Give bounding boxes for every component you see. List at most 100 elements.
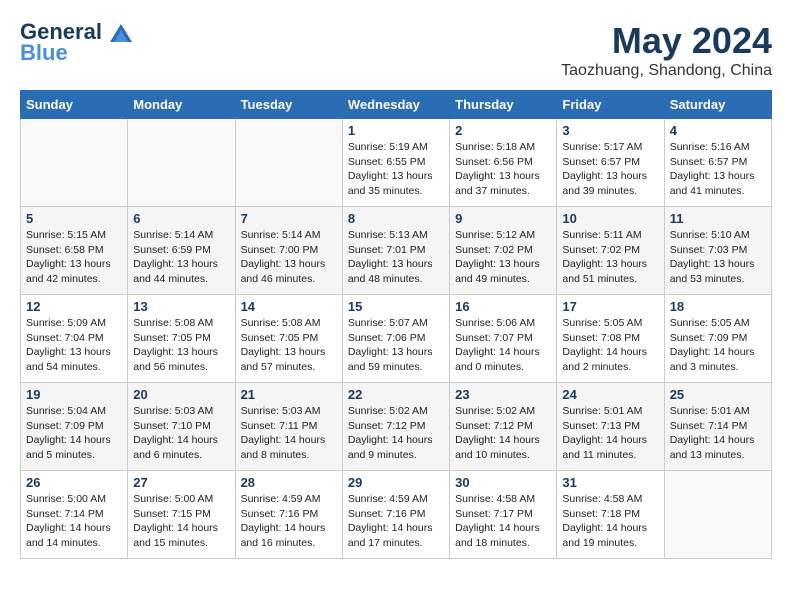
day-number: 19 [26,387,122,402]
day-number: 4 [670,123,766,138]
day-info: Sunrise: 5:07 AM Sunset: 7:06 PM Dayligh… [348,316,444,375]
day-number: 15 [348,299,444,314]
day-number: 7 [241,211,337,226]
logo: General Blue [20,20,132,66]
calendar-cell: 11Sunrise: 5:10 AM Sunset: 7:03 PM Dayli… [664,207,771,295]
calendar-cell: 7 Sunrise: 5:14 AM Sunset: 7:00 PM Daylig… [235,207,342,295]
day-info: Sunrise: 5:12 AM Sunset: 7:02 PM Dayligh… [455,228,551,287]
weekday-header-sunday: Sunday [21,91,128,119]
calendar-cell: 19Sunrise: 5:04 AM Sunset: 7:09 PM Dayli… [21,383,128,471]
calendar-week-row: 19Sunrise: 5:04 AM Sunset: 7:09 PM Dayli… [21,383,772,471]
day-number: 20 [133,387,229,402]
calendar-cell: 31Sunrise: 4:58 AM Sunset: 7:18 PM Dayli… [557,471,664,559]
day-number: 24 [562,387,658,402]
calendar-cell: 25 Sunrise: 5:01 AM Sunset: 7:14 PM Dayli… [664,383,771,471]
calendar-cell: 4 Sunrise: 5:16 AM Sunset: 6:57 PM Daylig… [664,119,771,207]
weekday-header-monday: Monday [128,91,235,119]
day-number: 16 [455,299,551,314]
day-info: Sunrise: 5:01 AM Sunset: 7:14 PM Dayligh… [670,404,766,463]
day-info: Sunrise: 5:14 AM Sunset: 6:59 PM Dayligh… [133,228,229,287]
day-info: Sunrise: 5:00 AM Sunset: 7:14 PM Dayligh… [26,492,122,551]
day-info: Sunrise: 5:00 AM Sunset: 7:15 PM Dayligh… [133,492,229,551]
calendar-cell: 17 Sunrise: 5:05 AM Sunset: 7:08 PM Dayli… [557,295,664,383]
day-number: 10 [562,211,658,226]
title-block: May 2024 Taozhuang, Shandong, China [561,20,772,80]
month-title: May 2024 [561,20,772,62]
day-number: 11 [670,211,766,226]
day-info: Sunrise: 5:01 AM Sunset: 7:13 PM Dayligh… [562,404,658,463]
day-number: 5 [26,211,122,226]
day-info: Sunrise: 5:11 AM Sunset: 7:02 PM Dayligh… [562,228,658,287]
day-info: Sunrise: 5:03 AM Sunset: 7:11 PM Dayligh… [241,404,337,463]
day-number: 30 [455,475,551,490]
calendar-cell: 9 Sunrise: 5:12 AM Sunset: 7:02 PM Daylig… [450,207,557,295]
day-info: Sunrise: 5:08 AM Sunset: 7:05 PM Dayligh… [133,316,229,375]
day-number: 12 [26,299,122,314]
day-info: Sunrise: 5:17 AM Sunset: 6:57 PM Dayligh… [562,140,658,199]
calendar-cell: 20 Sunrise: 5:03 AM Sunset: 7:10 PM Dayli… [128,383,235,471]
day-number: 2 [455,123,551,138]
calendar-cell: 22Sunrise: 5:02 AM Sunset: 7:12 PM Dayli… [342,383,449,471]
day-info: Sunrise: 5:09 AM Sunset: 7:04 PM Dayligh… [26,316,122,375]
calendar-cell [128,119,235,207]
calendar-cell: 14 Sunrise: 5:08 AM Sunset: 7:05 PM Dayli… [235,295,342,383]
day-info: Sunrise: 5:03 AM Sunset: 7:10 PM Dayligh… [133,404,229,463]
calendar-cell [235,119,342,207]
calendar-cell: 1 Sunrise: 5:19 AM Sunset: 6:55 PM Daylig… [342,119,449,207]
logo-icon [110,24,132,42]
calendar-cell: 28 Sunrise: 4:59 AM Sunset: 7:16 PM Dayli… [235,471,342,559]
calendar-cell: 12 Sunrise: 5:09 AM Sunset: 7:04 PM Dayli… [21,295,128,383]
calendar-cell: 15 Sunrise: 5:07 AM Sunset: 7:06 PM Dayli… [342,295,449,383]
calendar-cell: 23 Sunrise: 5:02 AM Sunset: 7:12 PM Dayli… [450,383,557,471]
day-info: Sunrise: 4:59 AM Sunset: 7:16 PM Dayligh… [348,492,444,551]
day-number: 23 [455,387,551,402]
day-number: 1 [348,123,444,138]
weekday-header-saturday: Saturday [664,91,771,119]
day-info: Sunrise: 5:16 AM Sunset: 6:57 PM Dayligh… [670,140,766,199]
weekday-header-wednesday: Wednesday [342,91,449,119]
day-number: 6 [133,211,229,226]
calendar-cell: 16 Sunrise: 5:06 AM Sunset: 7:07 PM Dayli… [450,295,557,383]
day-number: 18 [670,299,766,314]
day-info: Sunrise: 5:06 AM Sunset: 7:07 PM Dayligh… [455,316,551,375]
calendar-cell: 27 Sunrise: 5:00 AM Sunset: 7:15 PM Dayli… [128,471,235,559]
day-number: 21 [241,387,337,402]
day-number: 3 [562,123,658,138]
day-number: 8 [348,211,444,226]
day-info: Sunrise: 5:18 AM Sunset: 6:56 PM Dayligh… [455,140,551,199]
calendar-cell: 3 Sunrise: 5:17 AM Sunset: 6:57 PM Daylig… [557,119,664,207]
day-number: 17 [562,299,658,314]
day-info: Sunrise: 5:05 AM Sunset: 7:09 PM Dayligh… [670,316,766,375]
day-info: Sunrise: 5:14 AM Sunset: 7:00 PM Dayligh… [241,228,337,287]
calendar-cell [664,471,771,559]
day-info: Sunrise: 4:58 AM Sunset: 7:17 PM Dayligh… [455,492,551,551]
day-number: 28 [241,475,337,490]
calendar-cell [21,119,128,207]
day-info: Sunrise: 5:05 AM Sunset: 7:08 PM Dayligh… [562,316,658,375]
day-info: Sunrise: 5:19 AM Sunset: 6:55 PM Dayligh… [348,140,444,199]
day-info: Sunrise: 5:02 AM Sunset: 7:12 PM Dayligh… [455,404,551,463]
day-number: 14 [241,299,337,314]
weekday-header-thursday: Thursday [450,91,557,119]
calendar-cell: 10 Sunrise: 5:11 AM Sunset: 7:02 PM Dayli… [557,207,664,295]
day-number: 29 [348,475,444,490]
calendar-cell: 8Sunrise: 5:13 AM Sunset: 7:01 PM Daylig… [342,207,449,295]
calendar-cell: 26 Sunrise: 5:00 AM Sunset: 7:14 PM Dayli… [21,471,128,559]
day-number: 9 [455,211,551,226]
day-number: 27 [133,475,229,490]
day-info: Sunrise: 5:08 AM Sunset: 7:05 PM Dayligh… [241,316,337,375]
calendar-cell: 24 Sunrise: 5:01 AM Sunset: 7:13 PM Dayli… [557,383,664,471]
calendar-week-row: 5Sunrise: 5:15 AM Sunset: 6:58 PM Daylig… [21,207,772,295]
calendar-cell: 2 Sunrise: 5:18 AM Sunset: 6:56 PM Daylig… [450,119,557,207]
calendar-week-row: 1 Sunrise: 5:19 AM Sunset: 6:55 PM Daylig… [21,119,772,207]
day-number: 13 [133,299,229,314]
calendar-table: SundayMondayTuesdayWednesdayThursdayFrid… [20,90,772,559]
day-info: Sunrise: 4:59 AM Sunset: 7:16 PM Dayligh… [241,492,337,551]
day-number: 26 [26,475,122,490]
header: General Blue May 2024 Taozhuang, Shandon… [20,20,772,80]
weekday-header-friday: Friday [557,91,664,119]
weekday-header-row: SundayMondayTuesdayWednesdayThursdayFrid… [21,91,772,119]
weekday-header-tuesday: Tuesday [235,91,342,119]
calendar-cell: 5Sunrise: 5:15 AM Sunset: 6:58 PM Daylig… [21,207,128,295]
day-number: 25 [670,387,766,402]
